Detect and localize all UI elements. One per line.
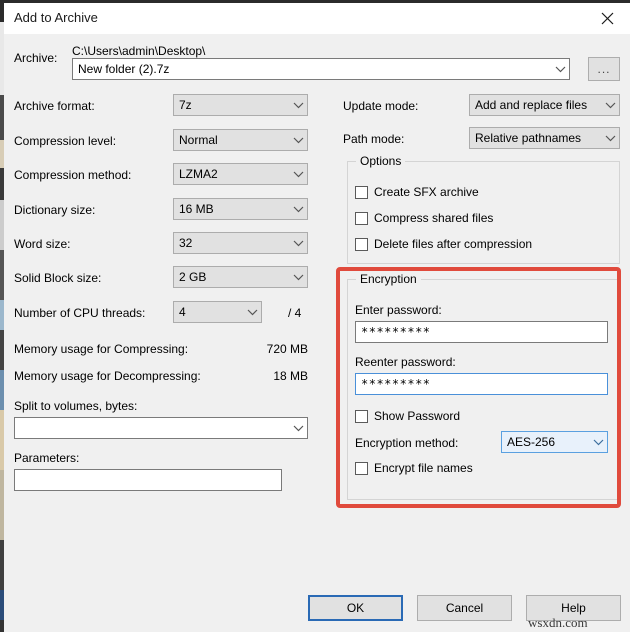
options-group-title: Options	[356, 154, 406, 168]
archive-name-combobox[interactable]: New folder (2).7z	[72, 58, 570, 80]
encryption-method-value: AES-256	[507, 435, 556, 449]
chevron-down-icon	[289, 206, 307, 213]
compression-method-combobox[interactable]: LZMA2	[173, 163, 308, 185]
path-mode-value: Relative pathnames	[475, 131, 582, 145]
encryption-method-label: Encryption method:	[355, 436, 459, 450]
split-volumes-combobox[interactable]	[14, 417, 308, 439]
memory-decompressing-label: Memory usage for Decompressing:	[14, 369, 201, 383]
cpu-threads-combobox[interactable]: 4	[173, 301, 262, 323]
enter-password-label: Enter password:	[355, 303, 442, 317]
enter-password-value: *********	[361, 325, 431, 339]
encryption-group-title: Encryption	[356, 272, 421, 286]
window-title: Add to Archive	[14, 10, 98, 25]
compression-level-combobox[interactable]: Normal	[173, 129, 308, 151]
archive-path-text: C:\Users\admin\Desktop\	[72, 44, 206, 58]
solid-block-size-value: 2 GB	[179, 270, 207, 284]
add-to-archive-dialog: Add to Archive Archive: C:\Users\admin\D…	[4, 3, 630, 632]
checkbox-create-sfx-archive[interactable]: Create SFX archive	[355, 185, 479, 199]
update-mode-label: Update mode:	[343, 99, 419, 113]
checkbox-encrypt-file-names[interactable]: Encrypt file names	[355, 461, 473, 475]
checkbox-box	[355, 211, 368, 225]
browse-button[interactable]: ...	[588, 57, 620, 81]
archive-name-value: New folder (2).7z	[78, 62, 170, 76]
cpu-threads-label: Number of CPU threads:	[14, 306, 146, 320]
chevron-down-icon	[289, 240, 307, 247]
word-size-value: 32	[179, 236, 193, 250]
checkbox-show-password[interactable]: Show Password	[355, 409, 460, 423]
checkbox-label: Delete files after compression	[374, 237, 533, 251]
dictionary-size-label: Dictionary size:	[14, 203, 96, 217]
archive-format-combobox[interactable]: 7z	[173, 94, 308, 116]
parameters-input[interactable]	[14, 469, 282, 491]
chevron-down-icon	[243, 309, 261, 316]
path-mode-label: Path mode:	[343, 132, 405, 146]
chevron-down-icon	[289, 274, 307, 281]
memory-decompressing-value: 18 MB	[273, 369, 308, 383]
checkbox-compress-shared-files[interactable]: Compress shared files	[355, 211, 493, 225]
solid-block-size-label: Solid Block size:	[14, 271, 102, 285]
compression-method-value: LZMA2	[179, 167, 218, 181]
archive-format-label: Archive format:	[14, 99, 95, 113]
update-mode-value: Add and replace files	[475, 98, 588, 112]
cpu-threads-value: 4	[179, 305, 186, 319]
checkbox-box	[355, 237, 368, 251]
cpu-threads-total: / 4	[288, 306, 302, 320]
solid-block-size-combobox[interactable]: 2 GB	[173, 266, 308, 288]
split-volumes-label: Split to volumes, bytes:	[14, 399, 138, 413]
watermark-text: wsxdn.com	[528, 615, 588, 630]
archive-label: Archive:	[14, 51, 58, 65]
enter-password-input[interactable]: *********	[355, 321, 608, 343]
checkbox-label: Compress shared files	[374, 211, 494, 225]
chevron-down-icon	[289, 102, 307, 109]
close-icon	[601, 12, 614, 25]
close-button[interactable]	[584, 3, 630, 34]
path-mode-combobox[interactable]: Relative pathnames	[469, 127, 620, 149]
checkbox-label: Show Password	[374, 409, 461, 423]
compression-level-value: Normal	[179, 133, 218, 147]
checkbox-label: Encrypt file names	[374, 461, 473, 475]
checkbox-delete-files-after-compression[interactable]: Delete files after compression	[355, 237, 532, 251]
chevron-down-icon	[601, 102, 619, 109]
compression-level-label: Compression level:	[14, 134, 117, 148]
reenter-password-value: *********	[361, 377, 431, 391]
chevron-down-icon	[589, 439, 607, 446]
checkbox-label: Create SFX archive	[374, 185, 479, 199]
checkbox-box	[355, 185, 368, 199]
compression-method-label: Compression method:	[14, 168, 132, 182]
memory-compressing-label: Memory usage for Compressing:	[14, 342, 189, 356]
update-mode-combobox[interactable]: Add and replace files	[469, 94, 620, 116]
chevron-down-icon	[289, 171, 307, 178]
title-bar: Add to Archive	[4, 3, 630, 35]
checkbox-box	[355, 409, 368, 423]
memory-compressing-value: 720 MB	[266, 342, 308, 356]
cancel-button[interactable]: Cancel	[417, 595, 512, 621]
word-size-label: Word size:	[14, 237, 71, 251]
chevron-down-icon	[601, 135, 619, 142]
chevron-down-icon	[289, 425, 307, 432]
archive-format-value: 7z	[179, 98, 192, 112]
word-size-combobox[interactable]: 32	[173, 232, 308, 254]
parameters-label: Parameters:	[14, 451, 80, 465]
reenter-password-label: Reenter password:	[355, 355, 456, 369]
ok-button[interactable]: OK	[308, 595, 403, 621]
dictionary-size-combobox[interactable]: 16 MB	[173, 198, 308, 220]
encryption-method-combobox[interactable]: AES-256	[501, 431, 608, 453]
checkbox-box	[355, 461, 368, 475]
reenter-password-input[interactable]: *********	[355, 373, 608, 395]
chevron-down-icon	[289, 137, 307, 144]
chevron-down-icon	[551, 66, 569, 73]
dictionary-size-value: 16 MB	[179, 202, 214, 216]
